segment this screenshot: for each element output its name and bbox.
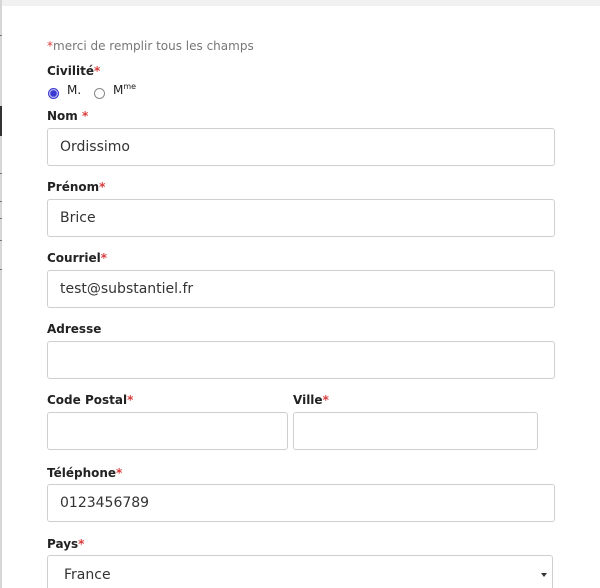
radio-monsieur[interactable] [48, 88, 59, 99]
telephone-input[interactable]: 0123456789 [47, 484, 555, 522]
left-edge-tick [0, 173, 2, 174]
radio-madame-label[interactable]: Mme [113, 82, 136, 97]
radio-monsieur-label[interactable]: M. [67, 83, 81, 97]
left-edge-tick [0, 35, 2, 36]
pays-label: Pays* [47, 537, 85, 551]
courriel-label: Courriel* [47, 251, 108, 265]
left-edge-marker [0, 106, 2, 136]
left-edge-tick [0, 201, 2, 202]
left-edge-tick [0, 240, 2, 241]
radio-madame[interactable] [94, 88, 105, 99]
courriel-input[interactable]: test@substantiel.fr [47, 270, 555, 308]
ville-input[interactable] [293, 412, 538, 450]
adresse-input[interactable] [47, 341, 555, 379]
prenom-label: Prénom* [47, 180, 106, 194]
code-postal-input[interactable] [47, 412, 288, 450]
left-edge-tick [0, 269, 2, 270]
nom-label: Nom * [47, 109, 89, 123]
telephone-label: Téléphone* [47, 466, 123, 480]
prenom-input[interactable]: Brice [47, 199, 555, 237]
required-fields-note: *merci de remplir tous les champs [47, 39, 254, 53]
top-bar [0, 0, 600, 6]
civilite-label: Civilité* [47, 64, 101, 78]
left-edge-border [0, 0, 2, 588]
code-postal-label: Code Postal* [47, 393, 134, 407]
ville-label: Ville* [293, 393, 329, 407]
nom-input[interactable]: Ordissimo [47, 128, 555, 166]
pays-select[interactable]: France [47, 555, 553, 588]
adresse-label: Adresse [47, 322, 102, 336]
left-edge-tick [0, 218, 2, 219]
chevron-down-icon [541, 573, 547, 577]
